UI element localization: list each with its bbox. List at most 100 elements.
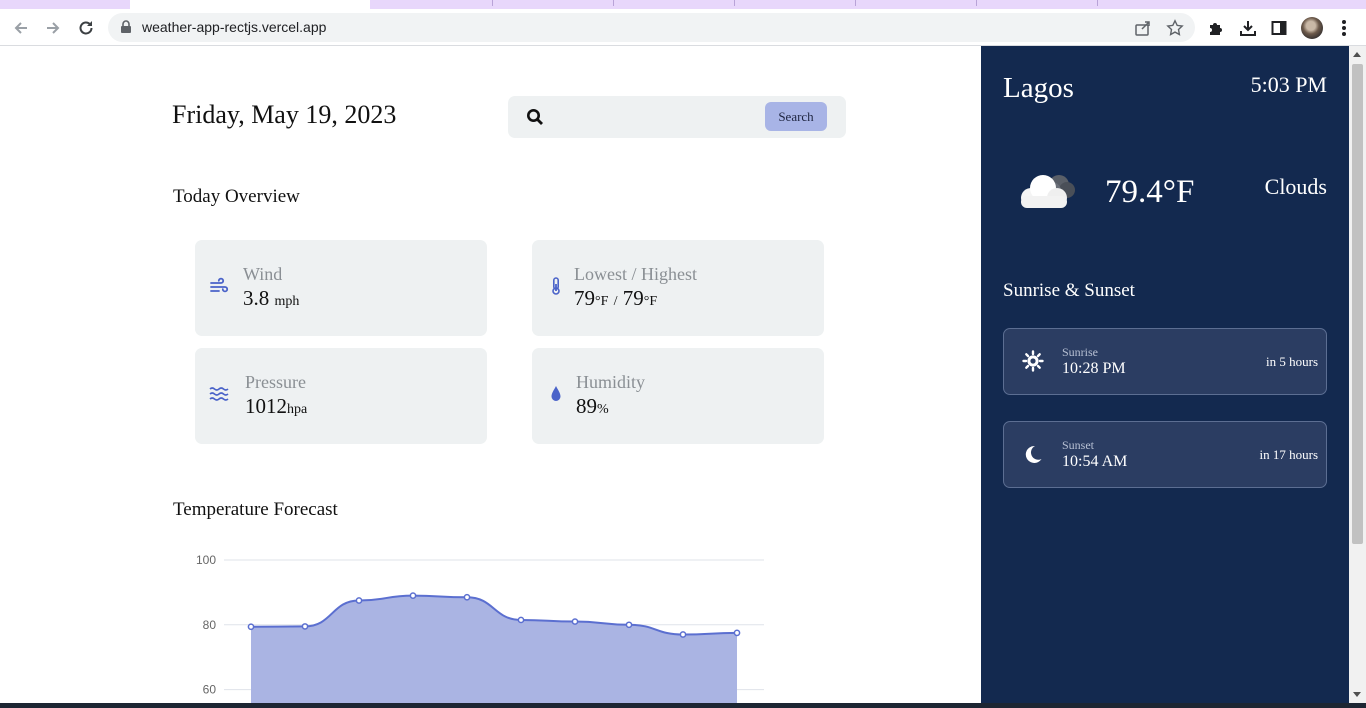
lock-icon (121, 20, 131, 33)
humidity-card: Humidity 89% (532, 348, 824, 444)
local-time: 5:03 PM (1250, 72, 1327, 97)
y-tick-label: 80 (203, 618, 217, 632)
downloads-button[interactable] (1237, 17, 1259, 39)
forward-button[interactable] (40, 15, 66, 41)
extensions-button[interactable] (1205, 17, 1227, 39)
download-icon (1240, 21, 1256, 36)
weather-side-panel: Lagos 5:03 PM 79.4°F Clouds Sunrise & Su… (981, 46, 1349, 703)
arrow-left-icon (14, 22, 27, 34)
low-high-card: Lowest / Highest 79°F / 79°F (532, 240, 824, 336)
side-panel-button[interactable] (1268, 17, 1290, 39)
star-icon[interactable] (1166, 19, 1184, 37)
low-high-value: 79°F / 79°F (574, 286, 657, 311)
moon-icon (1025, 445, 1042, 463)
tab-separator (734, 0, 735, 6)
highest-value: 79 (622, 286, 644, 310)
tab-separator (855, 0, 856, 6)
cloud-icon (1015, 168, 1079, 212)
search-input[interactable] (558, 104, 758, 130)
humidity-value: 89% (576, 394, 609, 419)
forecast-point[interactable] (625, 621, 633, 629)
main-content: Friday, May 19, 2023 Search Today Overvi… (0, 46, 981, 706)
back-button[interactable] (8, 15, 34, 41)
search-icon (527, 109, 543, 125)
arrow-right-icon (47, 22, 60, 34)
tab-separator (976, 0, 977, 6)
pressure-number: 1012 (245, 394, 287, 418)
search-button[interactable]: Search (765, 102, 827, 131)
tab-separator (613, 0, 614, 6)
y-tick-label: 100 (196, 553, 216, 567)
wind-unit: mph (274, 294, 300, 309)
os-taskbar (0, 703, 1366, 708)
sunrise-card: Sunrise 10:28 PM in 5 hours (1003, 328, 1327, 395)
sunrise-time: 10:28 PM (1062, 360, 1126, 377)
reload-icon (79, 21, 93, 35)
wind-value: 3.8 mph (243, 286, 299, 311)
low-high-label: Lowest / Highest (574, 264, 697, 284)
low-high-separator: / (613, 294, 618, 309)
humidity-label: Humidity (576, 372, 646, 392)
lowest-unit: °F (595, 294, 609, 309)
forecast-point[interactable] (355, 597, 363, 604)
address-bar[interactable]: weather-app-rectjs.vercel.app (108, 13, 1195, 42)
page-scrollbar[interactable] (1349, 46, 1366, 703)
current-temperature: 79.4°F (1105, 174, 1195, 210)
sunset-time: 10:54 AM (1062, 453, 1128, 470)
pressure-unit: hpa (287, 402, 308, 417)
sunrise-label: Sunrise (1062, 345, 1098, 359)
forecast-point[interactable] (517, 616, 525, 624)
forecast-point[interactable] (463, 593, 471, 601)
pressure-label: Pressure (245, 372, 306, 392)
sunrise-sunset-title: Sunrise & Sunset (1003, 280, 1135, 301)
sunset-label: Sunset (1062, 438, 1095, 452)
browser-toolbar: weather-app-rectjs.vercel.app (0, 9, 1366, 46)
forecast-area (251, 595, 737, 706)
puzzle-icon (1210, 23, 1222, 35)
wind-card: Wind 3.8 mph (195, 240, 487, 336)
sunrise-relative: in 5 hours (1266, 354, 1318, 369)
current-date: Friday, May 19, 2023 (172, 100, 397, 129)
scroll-down-arrow[interactable] (1353, 692, 1361, 697)
waves-icon (209, 387, 229, 401)
forecast-title: Temperature Forecast (173, 499, 338, 520)
forecast-point[interactable] (679, 631, 687, 638)
search-box: Search (508, 96, 846, 138)
browser-menu-button[interactable] (1333, 17, 1355, 39)
humidity-number: 89 (576, 394, 597, 418)
temperature-forecast-chart: 100 80 60 (196, 553, 764, 706)
url-text: weather-app-rectjs.vercel.app (142, 19, 327, 35)
wind-number: 3.8 (243, 286, 270, 310)
reload-button[interactable] (73, 15, 99, 41)
tab-separator (1097, 0, 1098, 6)
forecast-point[interactable] (733, 629, 741, 637)
forecast-point[interactable] (301, 623, 309, 630)
scrollbar-thumb[interactable] (1352, 64, 1363, 544)
sunset-relative: in 17 hours (1259, 447, 1319, 462)
active-tab[interactable] (130, 0, 370, 9)
tab-strip (0, 0, 1366, 9)
side-panel-icon (1271, 21, 1287, 35)
forecast-point[interactable] (571, 618, 579, 625)
forecast-point[interactable] (247, 623, 255, 631)
forecast-point[interactable] (409, 592, 417, 599)
tab-separator (492, 0, 493, 6)
wind-label: Wind (243, 264, 283, 284)
pressure-value: 1012hpa (245, 394, 307, 419)
pressure-card: Pressure 1012hpa (195, 348, 487, 444)
scroll-up-arrow[interactable] (1353, 52, 1361, 57)
weather-condition: Clouds (1264, 174, 1327, 199)
y-tick-label: 60 (203, 683, 217, 697)
share-icon[interactable] (1134, 19, 1152, 37)
sun-icon (1022, 350, 1044, 372)
droplet-icon (551, 386, 561, 401)
city-name: Lagos (1003, 72, 1074, 104)
sunset-card: Sunset 10:54 AM in 17 hours (1003, 421, 1327, 488)
highest-unit: °F (643, 294, 658, 309)
wind-icon (210, 277, 229, 293)
profile-avatar[interactable] (1301, 17, 1323, 39)
lowest-value: 79 (574, 286, 595, 310)
humidity-unit: % (597, 402, 609, 417)
today-overview-title: Today Overview (173, 186, 300, 207)
thermometer-icon (552, 277, 560, 295)
